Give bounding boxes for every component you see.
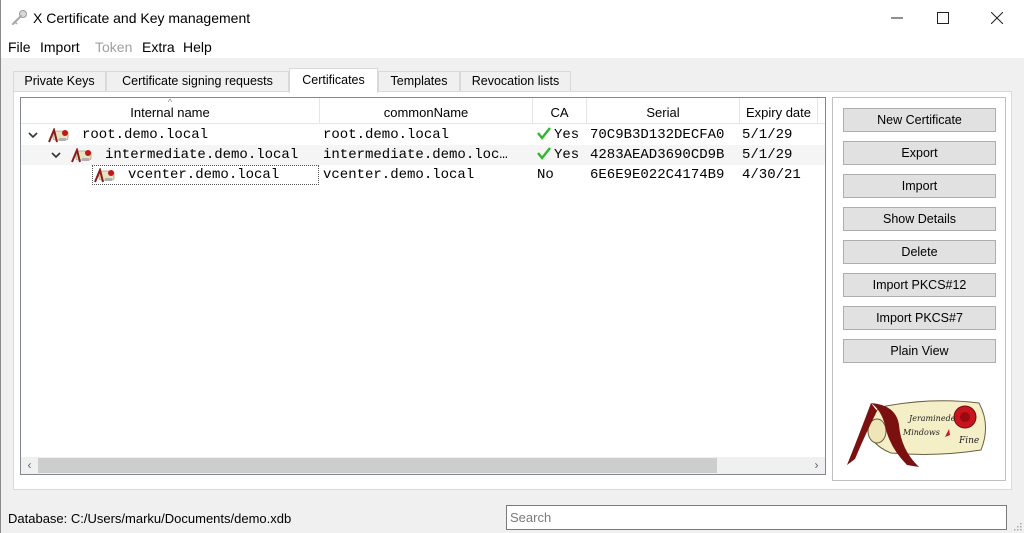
- checkmark-icon: [537, 147, 551, 160]
- sort-ascending-icon: ^: [167, 97, 173, 107]
- database-path-label: Database: C:/Users/marku/Documents/demo.…: [8, 511, 292, 526]
- cell-common-name: vcenter.demo.local: [323, 167, 475, 183]
- tab-revocation-lists[interactable]: Revocation lists: [460, 71, 571, 92]
- menu-token: Token: [95, 39, 133, 55]
- cell-ca: Yes: [537, 125, 579, 145]
- tree-header: ^ Internal name commonName CA Serial Exp…: [21, 98, 825, 124]
- key-icon: [11, 10, 27, 26]
- window-title: X Certificate and Key management: [33, 10, 251, 26]
- cell-expiry-date: 4/30/21: [742, 167, 801, 183]
- export-button[interactable]: Export: [843, 141, 996, 165]
- certificate-icon: [94, 168, 115, 183]
- maximize-button[interactable]: [920, 0, 966, 36]
- maximize-icon: [937, 12, 949, 24]
- menu-file[interactable]: File: [8, 39, 31, 55]
- scroll-left-button[interactable]: ‹: [21, 457, 38, 474]
- cell-expiry-date: 5/1/29: [742, 147, 793, 163]
- delete-button[interactable]: Delete: [843, 240, 996, 264]
- cell-internal-name: root.demo.local: [82, 127, 209, 143]
- logo-text: Jeraminede: [907, 414, 956, 423]
- column-header-expiry-date[interactable]: Expiry date: [740, 98, 818, 124]
- cell-common-name: root.demo.local: [323, 127, 450, 143]
- new-certificate-button[interactable]: New Certificate: [843, 108, 996, 132]
- tab-private-keys[interactable]: Private Keys: [13, 71, 106, 92]
- cell-common-name: intermediate.demo.loc…: [323, 147, 508, 163]
- table-row[interactable]: intermediate.demo.local intermediate.dem…: [21, 145, 825, 165]
- minimize-icon: [891, 17, 903, 19]
- ca-value: Yes: [554, 127, 580, 143]
- title-bar: X Certificate and Key management: [1, 0, 1024, 36]
- column-label: Internal name: [130, 105, 210, 120]
- logo-text: Fine: [958, 436, 979, 446]
- cell-internal-name: intermediate.demo.local: [105, 147, 299, 163]
- horizontal-scrollbar[interactable]: ‹ ›: [21, 457, 825, 474]
- logo-text: Mindows: [902, 428, 940, 437]
- minimize-button[interactable]: [874, 0, 920, 36]
- scroll-right-button[interactable]: ›: [808, 457, 825, 474]
- column-header-serial[interactable]: Serial: [587, 98, 740, 124]
- column-header-common-name[interactable]: commonName: [320, 98, 533, 124]
- tab-templates[interactable]: Templates: [378, 71, 460, 92]
- main-window: X Certificate and Key management File Im…: [0, 0, 1024, 533]
- scrollbar-thumb[interactable]: [38, 458, 717, 473]
- resize-grip-icon[interactable]: [1012, 521, 1022, 531]
- chevron-down-icon[interactable]: [50, 149, 62, 161]
- close-button[interactable]: [974, 0, 1020, 36]
- menu-import[interactable]: Import: [40, 39, 80, 55]
- table-row[interactable]: root.demo.local root.demo.local Yes 70C9…: [21, 125, 825, 145]
- plain-view-button[interactable]: Plain View: [843, 339, 996, 363]
- menu-help[interactable]: Help: [183, 39, 212, 55]
- show-details-button[interactable]: Show Details: [843, 207, 996, 231]
- cell-serial: 6E6E9E022C4174B9: [590, 167, 725, 183]
- cell-internal-name: vcenter.demo.local: [128, 167, 280, 183]
- cell-expiry-date: 5/1/29: [742, 127, 793, 143]
- import-button[interactable]: Import: [843, 174, 996, 198]
- import-pkcs7-button[interactable]: Import PKCS#7: [843, 306, 996, 330]
- certificates-pane: ^ Internal name commonName CA Serial Exp…: [13, 91, 1012, 490]
- tab-certificates[interactable]: Certificates: [289, 68, 378, 93]
- cell-ca: Yes: [537, 145, 579, 165]
- table-row[interactable]: vcenter.demo.local vcenter.demo.local No…: [21, 165, 825, 185]
- search-input[interactable]: [506, 505, 1007, 530]
- column-header-internal-name[interactable]: ^ Internal name: [21, 98, 320, 124]
- close-icon: [991, 12, 1003, 24]
- cell-serial: 70C9B3D132DECFA0: [590, 127, 725, 143]
- cell-ca: No: [537, 167, 554, 183]
- import-pkcs12-button[interactable]: Import PKCS#12: [843, 273, 996, 297]
- actions-panel: New Certificate Export Import Show Detai…: [832, 97, 1006, 481]
- ca-value: Yes: [554, 147, 580, 163]
- menu-extra[interactable]: Extra: [142, 39, 175, 55]
- chevron-down-icon[interactable]: [27, 129, 39, 141]
- tab-certificate-signing-requests[interactable]: Certificate signing requests: [106, 71, 289, 92]
- scroll-logo-icon: Jeraminede Mindows Fine: [847, 400, 986, 467]
- cell-serial: 4283AEAD3690CD9B: [590, 147, 725, 163]
- certificate-icon: [71, 148, 92, 163]
- certificate-tree[interactable]: ^ Internal name commonName CA Serial Exp…: [20, 97, 826, 475]
- column-header-ca[interactable]: CA: [533, 98, 587, 124]
- menu-bar: File Import Token Extra Help: [1, 36, 1024, 58]
- certificate-icon: [48, 128, 69, 143]
- checkmark-icon: [537, 127, 551, 140]
